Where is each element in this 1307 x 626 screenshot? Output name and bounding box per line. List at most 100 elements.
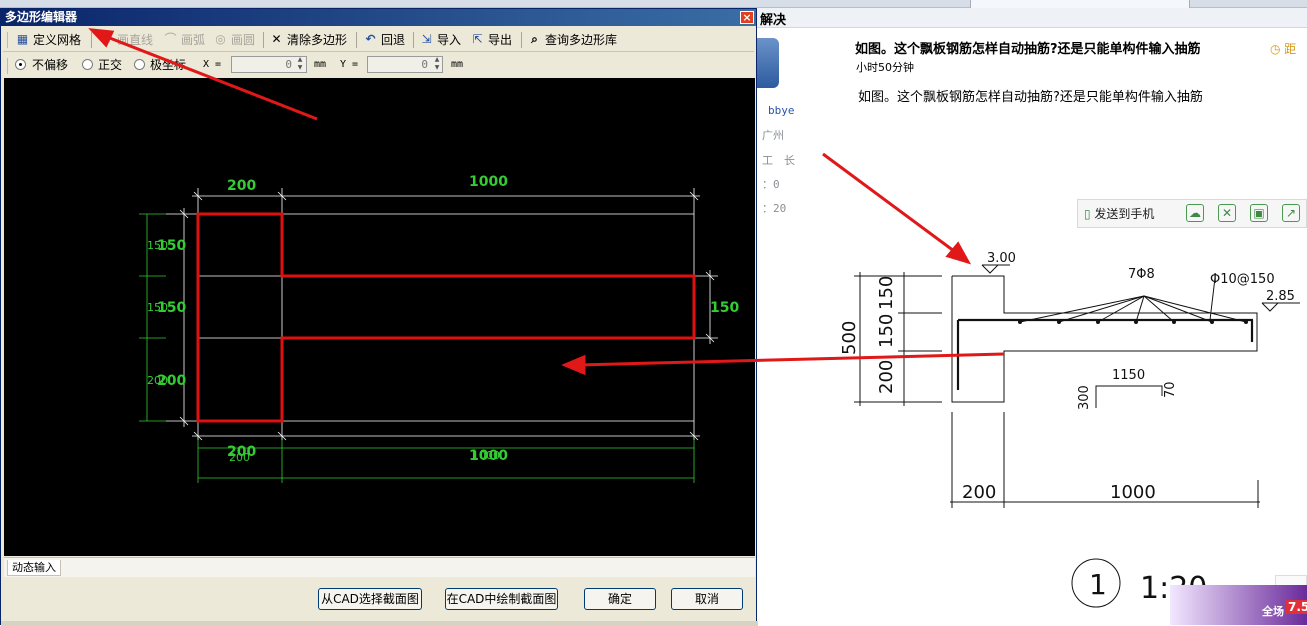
reference-section-drawing: 3.00 2.85 7Φ8 Φ10@150 500 150 150 200 11… [839,251,1300,608]
close-icon: × [742,11,752,24]
dim-c-label: 200 [876,360,897,394]
undo-icon: ↶ [365,32,376,46]
question-title[interactable]: 如图。这个飘板钢筋怎样自动抽筋?还是只能单构件输入抽筋 [855,38,1201,57]
share-icon[interactable]: ↗ [1282,204,1300,222]
draw-line-button[interactable]: ✎ 画直线 [99,31,153,49]
bottom-dim-a-label: 200 [962,482,996,503]
green-dimension-lines [139,213,695,483]
dim-a-label: 150 [876,276,897,310]
circle-icon: ◎ [215,32,226,46]
y-spinner[interactable]: ▲ ▼ [432,56,442,73]
user-avatar[interactable] [757,38,779,88]
orthogonal-label: 正交 [98,58,123,72]
elevation-top-label: 3.00 [987,251,1016,266]
search-icon: ⌕ [531,32,538,46]
left-dim-ghost-1: 150 [147,239,168,252]
x-spinner[interactable]: ▲ ▼ [295,56,305,73]
scale-index-label: 1 [1089,568,1107,601]
top-dim-2: 1000 [469,174,508,190]
user-stat-2: ：20 [762,202,787,215]
pencil-icon: ✎ [101,32,112,46]
draw-in-cad-button[interactable]: 在CAD中绘制截面图 [445,588,558,610]
draw-line-label: 画直线 [117,33,154,47]
dynamic-input-tab[interactable]: 动态输入 [7,560,61,576]
question-distance: ◷ 距 [1270,40,1296,57]
draw-arc-label: 画弧 [181,33,206,47]
grid-lines [166,188,718,441]
polar-label: 极坐标 [150,58,187,72]
define-grid-button[interactable]: ▦ 定义网格 [15,31,81,49]
draw-circle-label: 画圆 [231,33,256,47]
options-bar: 不偏移 正交 极坐标 X = 0 ▲ ▼ mm Y = 0 ▲ ▼ mm [3,54,754,76]
export-button[interactable]: ⇱ 导出 [470,31,512,49]
drawing-canvas[interactable]: 200 1000 200 1000 150 150 200 150 200 10… [4,78,755,556]
arc-icon: ⌒ [164,32,177,46]
import-label: 导入 [437,33,462,47]
clear-polygon-label: 清除多边形 [287,33,348,47]
y-unit: mm [451,59,464,70]
top-dim-1: 200 [227,178,256,194]
draw-circle-button[interactable]: ◎ 画圆 [213,31,255,49]
left-dim-ghost-3: 200 [147,374,168,387]
status-area: 动态输入 [4,557,755,577]
bottom-dim-b-label: 1000 [1110,482,1156,503]
dialog-title[interactable]: 多边形编辑器 [1,9,756,26]
cross-icon: ✕ [271,32,282,46]
polygon-editor-dialog: 多边形编辑器 × ▦ 定义网格 ✎ 画直线 ⌒ 画弧 ◎ 画圆 ✕ 清除多边形 ↶ 回退 ⇲… [0,8,758,626]
promo-label: 全场 [1262,605,1284,618]
page-header-text: 解决 [760,13,787,28]
main-rebar-label: 7Φ8 [1128,267,1155,282]
promo-value: 7.5 [1286,600,1307,614]
clock-icon: ◷ [1270,42,1285,56]
cancel-button[interactable]: 取消 [671,588,743,610]
user-stat-1: ：0 [762,178,780,191]
browser-active-tab[interactable] [970,0,1190,8]
dialog-bottom-edge [1,621,758,626]
undo-label: 回退 [381,33,406,47]
dim-b-label: 150 [876,314,897,348]
send-to-phone-label: 发送到手机 [1094,207,1155,221]
distance-label: 距 [1284,42,1297,56]
import-icon: ⇲ [421,32,432,46]
import-button[interactable]: ⇲ 导入 [419,31,461,49]
question-body: 如图。这个飘板钢筋怎样自动抽筋?还是只能单构件输入抽筋 [858,90,1203,105]
x-unit: mm [314,59,327,70]
elevation-right-label: 2.85 [1266,289,1295,304]
draw-arc-button[interactable]: ⌒ 画弧 [163,31,205,49]
define-grid-label: 定义网格 [33,33,82,47]
bottom-dim-ghost-2: 1000 [472,449,500,462]
undo-button[interactable]: ↶ 回退 [363,31,405,49]
close-button[interactable]: × [740,11,754,24]
page-header-strip [757,8,1307,28]
query-library-button[interactable]: ⌕ 查询多边形库 [527,31,617,49]
orthogonal-radio[interactable] [82,59,93,70]
select-from-cad-button[interactable]: 从CAD选择截面图 [318,588,422,610]
no-offset-label: 不偏移 [32,58,69,72]
send-to-phone-button[interactable]: ▯ 发送到手机 [1084,205,1154,222]
user-city: 广州 [762,129,784,142]
username-link[interactable]: bbye [768,104,795,117]
phone-icon: ▯ [1084,207,1095,221]
clear-polygon-button[interactable]: ✕ 清除多边形 [269,31,347,49]
polar-radio[interactable] [134,59,145,70]
bottom-dim-ghost-1: 200 [229,451,250,464]
user-role: 工 长 [762,154,795,167]
x-label: X = [203,59,222,70]
polygon-drawing[interactable]: 200 1000 200 1000 150 150 200 150 200 10… [4,78,755,556]
save-icon[interactable]: ▣ [1250,204,1268,222]
hook-left-label: 300 [1077,385,1092,410]
query-library-label: 查询多边形库 [545,33,618,47]
hook-length-label: 1150 [1112,368,1145,383]
no-offset-radio[interactable] [15,59,26,70]
hook-right-label: 70 [1163,381,1178,398]
section-polygon[interactable] [196,212,696,423]
total-height-label: 500 [839,321,860,355]
export-icon: ⇱ [472,32,483,46]
section-outline [951,275,1258,403]
distribution-rebar-label: Φ10@150 [1210,272,1275,287]
left-dim-ghost-2: 150 [147,301,168,314]
y-label: Y = [340,59,359,70]
cloud-icon[interactable]: ☁ [1186,204,1204,222]
ok-button[interactable]: 确定 [584,588,656,610]
expand-icon[interactable]: ✕ [1218,204,1236,222]
